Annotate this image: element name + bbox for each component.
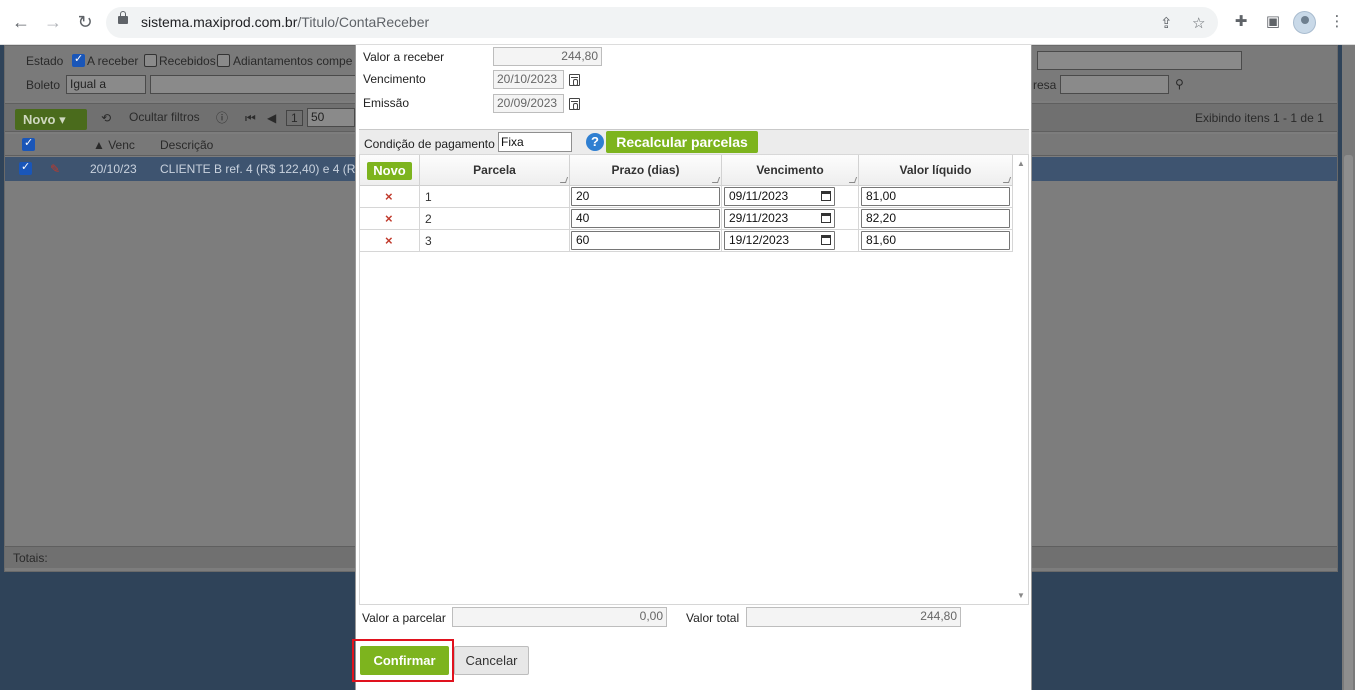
delete-row-icon[interactable]: ×	[385, 211, 393, 226]
adiantamentos-checkbox[interactable]	[217, 54, 230, 67]
confirmar-button[interactable]: Confirmar	[360, 646, 449, 675]
page-size-select[interactable]: 50	[307, 108, 355, 127]
prazo-input[interactable]: 20	[571, 187, 720, 206]
scroll-down-arrow-icon[interactable]: ▼	[1017, 591, 1025, 600]
table-row: × 3 60 19/12/2023 81,60	[360, 230, 1013, 252]
valor-receber-field: 244,80	[493, 47, 602, 66]
delete-row-icon[interactable]: ×	[385, 233, 393, 248]
calendar-icon[interactable]	[821, 235, 831, 245]
valor-parcelar-field: 0,00	[452, 607, 667, 627]
parcelas-grid: Novo Parcela Prazo (dias) Vencimento Val…	[359, 155, 1029, 605]
valor-parcelar-label: Valor a parcelar	[362, 611, 446, 625]
header-valor-liquido[interactable]: Valor líquido	[859, 155, 1013, 186]
valor-liquido-input[interactable]: 81,00	[861, 187, 1010, 206]
paging-info: Exibindo itens 1 - 1 de 1	[1195, 111, 1324, 125]
valor-liquido-input[interactable]: 82,20	[861, 209, 1010, 228]
bookmark-star-icon[interactable]: ☆	[1192, 14, 1205, 32]
address-bar[interactable]: sistema.maxiprod.com.br/Titulo/ContaRece…	[106, 7, 1218, 38]
valor-total-label: Valor total	[686, 611, 740, 625]
vencimento-calendar-icon[interactable]	[569, 74, 580, 86]
cancelar-button[interactable]: Cancelar	[454, 646, 529, 675]
vencimento-field[interactable]: 20/10/2023	[493, 70, 564, 89]
prev-page-icon[interactable]: ◀	[267, 111, 276, 125]
delete-row-icon[interactable]: ×	[385, 189, 393, 204]
bg-novo-button[interactable]: Novo ▾	[15, 109, 87, 130]
grid-header-actions: Novo	[360, 155, 420, 186]
novo-parcela-button[interactable]: Novo	[367, 162, 412, 180]
header-prazo[interactable]: Prazo (dias)	[570, 155, 722, 186]
col-descricao-header[interactable]: Descrição	[160, 138, 213, 152]
a-receber-checkbox[interactable]	[72, 52, 85, 67]
valor-liquido-input[interactable]: 81,60	[861, 231, 1010, 250]
emissao-label: Emissão	[363, 96, 410, 110]
parcela-number: 3	[425, 234, 432, 248]
empresa-input[interactable]	[1060, 75, 1169, 94]
boleto-value-input[interactable]	[150, 75, 356, 94]
grid-scrollbar[interactable]: ▲ ▼	[1014, 155, 1029, 604]
boleto-label: Boleto	[26, 78, 61, 92]
boleto-select[interactable]: Igual a	[66, 75, 146, 94]
share-icon[interactable]: ⇪	[1160, 14, 1173, 32]
valor-receber-label: Valor a receber	[363, 50, 445, 64]
back-arrow-icon[interactable]: ←	[10, 11, 32, 33]
forward-arrow-icon[interactable]: →	[42, 11, 64, 33]
parcela-number: 1	[425, 190, 432, 204]
browser-toolbar: ← → ↻ sistema.maxiprod.com.br/Titulo/Con…	[0, 0, 1355, 45]
page-number[interactable]: 1	[286, 110, 303, 126]
row-venc: 20/10/23	[90, 162, 137, 176]
vencimento-date-input[interactable]: 09/11/2023	[724, 187, 835, 206]
side-panel-icon[interactable]: ▣	[1263, 12, 1283, 32]
right-filter-select[interactable]	[1037, 51, 1242, 70]
table-row: × 2 40 29/11/2023 82,20	[360, 208, 1013, 230]
col-venc-header[interactable]: ▲ Venc	[93, 138, 135, 152]
prazo-input[interactable]: 40	[571, 209, 720, 228]
row-checkbox[interactable]	[19, 160, 32, 175]
a-receber-label: A receber	[87, 54, 139, 68]
first-page-icon[interactable]: ⏮	[245, 111, 256, 126]
emissao-calendar-icon[interactable]	[569, 98, 580, 110]
calendar-icon[interactable]	[821, 213, 831, 223]
refresh-icon[interactable]: ⟲	[101, 111, 111, 125]
ocultar-filtros-button[interactable]: Ocultar filtros	[129, 110, 200, 124]
search-icon[interactable]: ⚲	[1175, 77, 1184, 91]
reload-icon[interactable]: ↻	[74, 11, 96, 33]
calendar-icon[interactable]	[821, 191, 831, 201]
lock-icon	[118, 11, 128, 24]
grid-header: Novo Parcela Prazo (dias) Vencimento Val…	[360, 155, 1013, 186]
row-delete-icon[interactable]: ✎	[50, 162, 60, 176]
adiantamentos-label: Adiantamentos compe	[233, 54, 353, 68]
recebidos-checkbox[interactable]	[144, 54, 157, 67]
estado-label: Estado	[26, 54, 64, 68]
select-all-checkbox[interactable]	[22, 136, 35, 151]
vencimento-date-input[interactable]: 19/12/2023	[724, 231, 835, 250]
scroll-up-arrow-icon[interactable]: ▲	[1017, 159, 1025, 168]
row-descricao: CLIENTE B ref. 4 (R$ 122,40) e 4 (R	[160, 162, 356, 176]
help-icon-bg[interactable]: ⓘ	[216, 109, 228, 126]
prazo-input[interactable]: 60	[571, 231, 720, 250]
vencimento-label: Vencimento	[363, 72, 426, 86]
recalcular-parcelas-button[interactable]: Recalcular parcelas	[606, 131, 758, 153]
valor-total-field: 244,80	[746, 607, 961, 627]
recebidos-label: Recebidos	[159, 54, 216, 68]
empresa-label: resa	[1033, 78, 1057, 92]
header-vencimento[interactable]: Vencimento	[722, 155, 859, 186]
parcela-number: 2	[425, 212, 432, 226]
page-scrollbar[interactable]	[1342, 45, 1355, 690]
condicao-input[interactable]: Fixa	[498, 132, 572, 152]
help-icon[interactable]: ?	[586, 133, 604, 151]
kebab-menu-icon[interactable]: ⋮	[1327, 12, 1347, 32]
table-row: × 1 20 09/11/2023 81,00	[360, 186, 1013, 208]
totais-label: Totais:	[13, 551, 48, 565]
profile-avatar[interactable]	[1293, 11, 1316, 34]
header-parcela[interactable]: Parcela	[420, 155, 570, 186]
address-url: sistema.maxiprod.com.br/Titulo/ContaRece…	[141, 14, 430, 30]
extensions-puzzle-icon[interactable]: ✚	[1231, 12, 1251, 32]
emissao-field[interactable]: 20/09/2023	[493, 94, 564, 113]
condicao-label: Condição de pagamento	[364, 137, 495, 151]
vencimento-date-input[interactable]: 29/11/2023	[724, 209, 835, 228]
